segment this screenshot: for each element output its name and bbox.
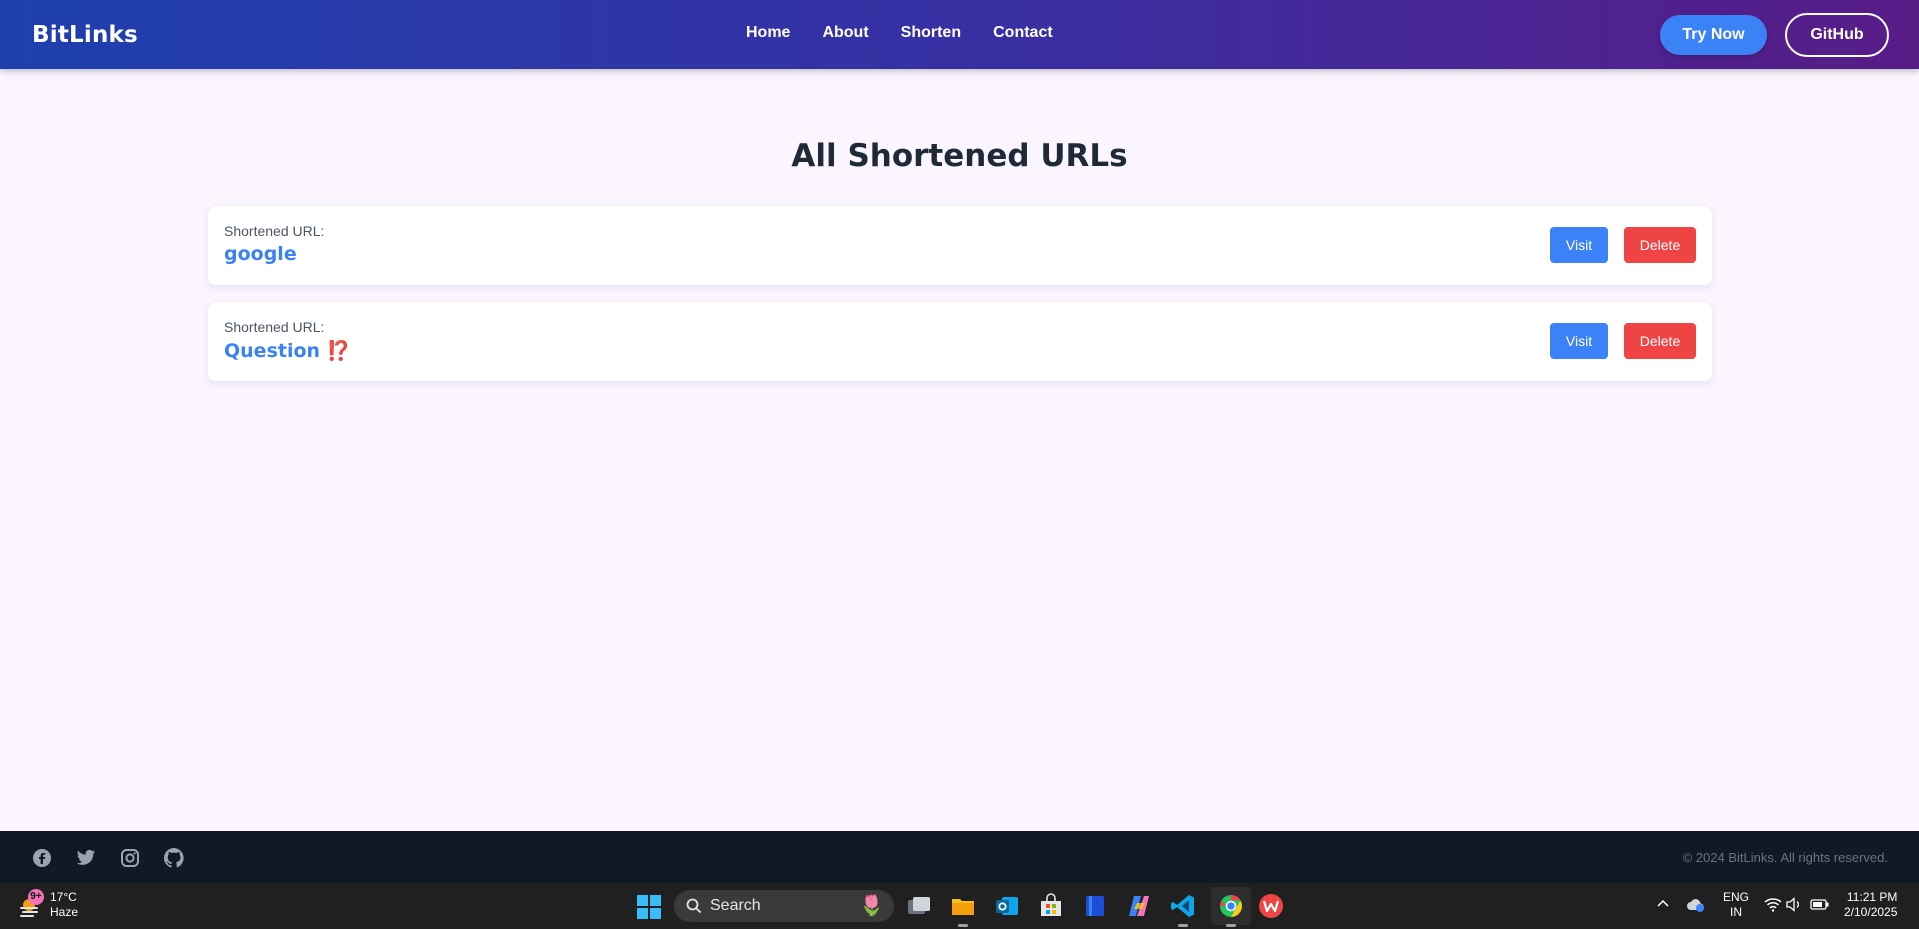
file-explorer-icon[interactable] bbox=[950, 893, 976, 927]
copyright-text: © 2024 BitLinks. All rights reserved. bbox=[1682, 850, 1888, 865]
nav-contact[interactable]: Contact bbox=[993, 24, 1053, 42]
system-clock[interactable]: 11:21 PM 2/10/2025 bbox=[1844, 890, 1897, 920]
chevron-up-icon[interactable] bbox=[1656, 897, 1670, 916]
notification-badge: 9+ bbox=[28, 889, 44, 905]
url-card: Shortened URL: google Visit Delete bbox=[208, 206, 1712, 285]
url-card: Shortened URL: Question ⁉️ Visit Delete bbox=[208, 302, 1712, 381]
temperature: 17°C bbox=[50, 890, 77, 904]
search-label: Search bbox=[710, 897, 761, 914]
github-button[interactable]: GitHub bbox=[1785, 13, 1889, 57]
visit-button[interactable]: Visit bbox=[1550, 227, 1608, 263]
delete-button[interactable]: Delete bbox=[1624, 323, 1696, 359]
task-view-icon[interactable] bbox=[906, 893, 932, 919]
chrome-icon[interactable] bbox=[1218, 893, 1244, 927]
microsoft-store-icon[interactable] bbox=[1038, 893, 1064, 919]
footer: © 2024 BitLinks. All rights reserved. bbox=[0, 831, 1919, 883]
delete-button[interactable]: Delete bbox=[1624, 227, 1696, 263]
instagram-icon[interactable] bbox=[119, 847, 141, 869]
clock-time: 11:21 PM bbox=[1846, 890, 1898, 904]
nav-about[interactable]: About bbox=[822, 24, 868, 42]
nav-links: Home About Shorten Contact bbox=[746, 24, 1053, 42]
notebook-app-icon[interactable] bbox=[1082, 893, 1108, 919]
card-label: Shortened URL: bbox=[224, 319, 325, 335]
battery-icon[interactable] bbox=[1810, 897, 1830, 917]
card-label: Shortened URL: bbox=[224, 223, 325, 239]
search-icon bbox=[686, 898, 702, 914]
short-url-link[interactable]: google bbox=[224, 243, 297, 265]
windows-start-icon[interactable] bbox=[637, 895, 661, 924]
wps-office-icon[interactable] bbox=[1258, 893, 1284, 919]
page-title: All Shortened URLs bbox=[791, 138, 1128, 174]
navbar: BitLinks Home About Shorten Contact Try … bbox=[0, 0, 1919, 69]
haze-icon: 9+ bbox=[18, 889, 44, 918]
weather-condition: Haze bbox=[50, 905, 79, 919]
volume-icon[interactable] bbox=[1786, 897, 1802, 917]
nav-shorten[interactable]: Shorten bbox=[901, 24, 961, 42]
visit-button[interactable]: Visit bbox=[1550, 323, 1608, 359]
outlook-icon[interactable] bbox=[994, 893, 1020, 919]
copilot-icon[interactable] bbox=[1126, 893, 1152, 919]
nav-home[interactable]: Home bbox=[746, 24, 790, 42]
language-indicator[interactable]: ENG IN bbox=[1723, 890, 1749, 920]
clock-date: 2/10/2025 bbox=[1844, 905, 1898, 919]
short-url-link[interactable]: Question ⁉️ bbox=[224, 339, 350, 362]
weather-widget[interactable]: 9+ 17°C Haze bbox=[18, 889, 79, 920]
wifi-icon[interactable] bbox=[1764, 897, 1782, 917]
twitter-icon[interactable] bbox=[75, 847, 97, 869]
short-url-text: Question bbox=[224, 340, 321, 362]
brand-logo[interactable]: BitLinks bbox=[32, 22, 138, 48]
facebook-icon[interactable] bbox=[31, 847, 53, 869]
vscode-icon[interactable] bbox=[1170, 893, 1196, 927]
cloud-sync-icon[interactable] bbox=[1686, 897, 1706, 918]
github-icon[interactable] bbox=[163, 847, 185, 869]
flowers-icon: 🌷 bbox=[859, 895, 884, 917]
interrobang-emoji: ⁉️ bbox=[326, 340, 351, 362]
windows-taskbar: 9+ 17°C Haze Search 🌷 ENG IN 11:21 PM 2/… bbox=[0, 883, 1919, 929]
try-now-button[interactable]: Try Now bbox=[1660, 15, 1767, 55]
taskbar-search[interactable]: Search 🌷 bbox=[674, 890, 894, 922]
short-url-text: google bbox=[224, 243, 297, 265]
